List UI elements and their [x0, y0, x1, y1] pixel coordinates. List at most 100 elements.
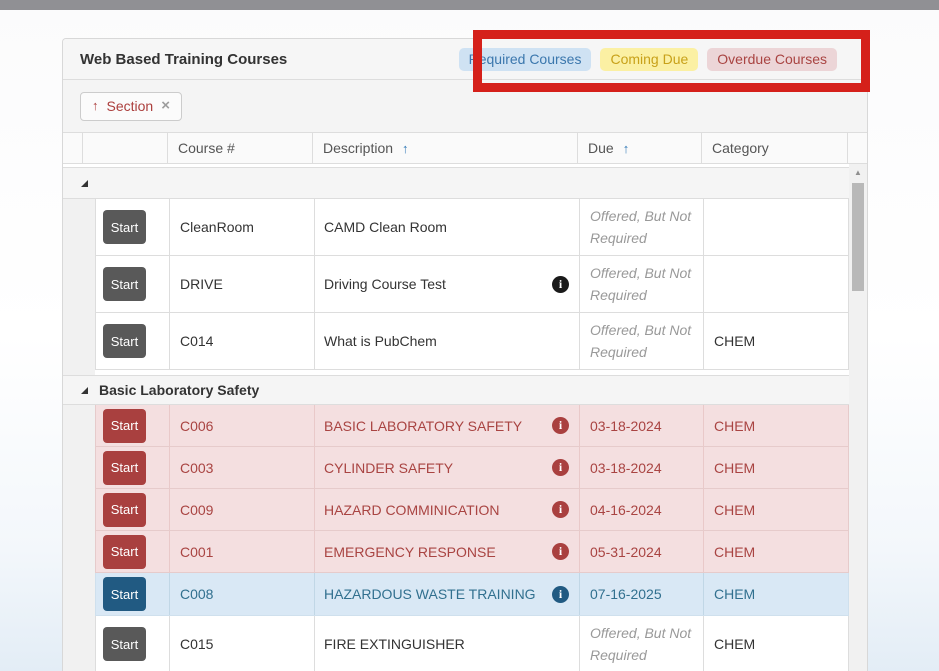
header-category[interactable]: Category [702, 133, 848, 163]
chip-label: Section [107, 98, 154, 114]
cell-description: HAZARD COMMINICATION i [315, 489, 580, 530]
page: Web Based Training Courses Required Cour… [0, 0, 939, 671]
cell-action: Start [96, 405, 170, 446]
info-icon[interactable]: i [552, 459, 569, 476]
cell-due: 07-16-2025 [580, 573, 704, 615]
table-row: StartC015FIRE EXTINGUISHEROffered, But N… [95, 616, 849, 671]
group-block: StartCleanRoomCAMD Clean RoomOffered, Bu… [63, 167, 867, 370]
start-button[interactable]: Start [103, 535, 146, 569]
group-row[interactable]: Basic Laboratory Safety [63, 375, 867, 405]
table-row: StartC014What is PubChemOffered, But Not… [95, 313, 849, 370]
header-course[interactable]: Course # [168, 133, 313, 163]
header-description-label: Description [323, 140, 393, 156]
header-due-label: Due [588, 140, 614, 156]
course-description: What is PubChem [324, 333, 437, 349]
start-button[interactable]: Start [103, 409, 146, 443]
cell-due: Offered, But Not Required [580, 313, 704, 369]
cell-category: CHEM [704, 489, 848, 530]
course-number: C008 [180, 586, 213, 602]
table-row: StartC009HAZARD COMMINICATIONi04-16-2024… [95, 489, 849, 531]
cell-course: C006 [170, 405, 315, 446]
due-value: Offered, But Not Required [590, 262, 703, 306]
header-due[interactable]: Due ↑ [578, 133, 702, 163]
sort-arrow-icon: ↑ [623, 141, 630, 156]
course-description: HAZARD COMMINICATION [324, 502, 500, 518]
table-row: Start CleanRoomCAMD Clean RoomOffered, Bu… [95, 199, 849, 256]
cell-action: Start [96, 531, 170, 572]
cell-description: What is PubChem [315, 313, 580, 369]
start-button[interactable]: Start [103, 493, 146, 527]
cell-course: DRIVE [170, 256, 315, 312]
header-course-label: Course # [178, 140, 235, 156]
course-number: DRIVE [180, 276, 223, 292]
collapse-triangle-icon[interactable] [81, 180, 88, 187]
due-value: 05-31-2024 [590, 544, 662, 560]
category-value: CHEM [714, 636, 755, 652]
course-description: HAZARDOUS WASTE TRAINING [324, 586, 536, 602]
legend-coming-due: Coming Due [600, 48, 698, 71]
category-value: CHEM [714, 418, 755, 434]
header-action-column [83, 133, 168, 163]
cell-category [704, 199, 848, 255]
sort-ascending-icon[interactable]: ↑ [92, 98, 99, 113]
top-bar [0, 0, 939, 10]
info-icon[interactable]: i [552, 586, 569, 603]
sort-arrow-icon: ↑ [402, 141, 409, 156]
section-group-chip[interactable]: ↑ Section × [80, 92, 182, 121]
group-label: Basic Laboratory Safety [99, 382, 259, 398]
chip-close-icon[interactable]: × [161, 98, 170, 113]
cell-description: EMERGENCY RESPONSEi [315, 531, 580, 572]
start-button[interactable]: Start [103, 210, 146, 244]
category-value: CHEM [714, 502, 755, 518]
cell-category: CHEM [704, 405, 848, 446]
cell-description: Driving Course Testi [315, 256, 580, 312]
cell-category: CHEM [704, 313, 848, 369]
header-description[interactable]: Description ↑ [313, 133, 578, 163]
group-row[interactable] [63, 167, 867, 199]
category-value: CHEM [714, 544, 755, 560]
cell-due: 03-18-2024 [580, 447, 704, 488]
groups-container: StartCleanRoomCAMD Clean RoomOffered, Bu… [63, 167, 867, 671]
start-button[interactable]: Start [103, 324, 146, 358]
info-icon[interactable]: i [552, 501, 569, 518]
course-number: C003 [180, 460, 213, 476]
category-value: CHEM [714, 460, 755, 476]
start-button[interactable]: Start [103, 267, 146, 301]
cell-category: CHEM [704, 531, 848, 572]
start-button[interactable]: Start [103, 577, 146, 611]
cell-course: C003 [170, 447, 315, 488]
cell-description: CAMD Clean Room [315, 199, 580, 255]
cell-course: C001 [170, 531, 315, 572]
course-number: C015 [180, 636, 213, 652]
course-number: C001 [180, 544, 213, 560]
due-value: Offered, But Not Required [590, 319, 703, 363]
due-value: Offered, But Not Required [590, 205, 703, 249]
group-gutter [63, 167, 95, 671]
collapse-triangle-icon[interactable] [81, 387, 88, 394]
cell-action: Start [96, 256, 170, 312]
cell-action: Start [96, 573, 170, 615]
cell-course: CleanRoom [170, 199, 315, 255]
start-button[interactable]: Start [103, 627, 146, 661]
table-row: Start C001 EMERGENCY RESPONSEi 05-31-2024 CH… [95, 531, 849, 573]
grid-body: StartCleanRoomCAMD Clean RoomOffered, Bu… [63, 167, 867, 671]
cell-course: C009 [170, 489, 315, 530]
cell-due: Offered, But Not Required [580, 616, 704, 671]
cell-due: Offered, But Not Required [580, 256, 704, 312]
panel-heading: Web Based Training Courses Required Cour… [63, 39, 867, 80]
scrollbar-up-arrow-icon[interactable]: ▲ [849, 164, 867, 180]
cell-action: Start [96, 447, 170, 488]
cell-category: CHEM [704, 616, 848, 671]
info-icon[interactable]: i [552, 276, 569, 293]
cell-description: CYLINDER SAFETYi [315, 447, 580, 488]
course-description: BASIC LABORATORY SAFETY [324, 418, 522, 434]
course-number: C006 [180, 418, 213, 434]
legend-overdue-courses: Overdue Courses [707, 48, 837, 71]
start-button[interactable]: Start [103, 451, 146, 485]
vertical-scrollbar[interactable]: ▲ [849, 164, 867, 671]
legend-required-courses: Required Courses [459, 48, 592, 71]
info-icon[interactable]: i [552, 417, 569, 434]
info-icon[interactable]: i [552, 543, 569, 560]
scrollbar-thumb[interactable] [852, 183, 864, 291]
due-value: 03-18-2024 [590, 460, 662, 476]
